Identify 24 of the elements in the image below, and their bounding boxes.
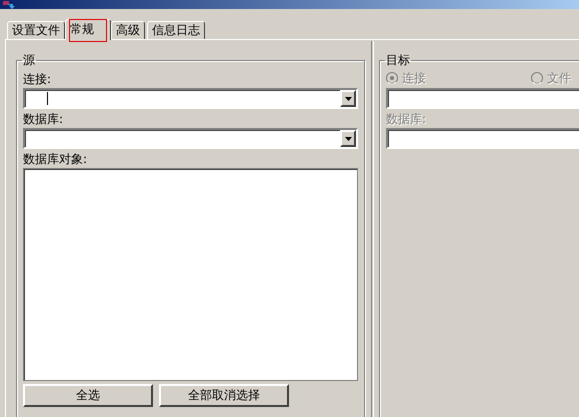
- field-label: 数据库:: [23, 112, 64, 126]
- dropdown-button[interactable]: [340, 90, 356, 107]
- field-label: 数据库:: [386, 112, 428, 126]
- dropdown-button[interactable]: [340, 130, 356, 147]
- field-label: 数据库对象:: [23, 152, 88, 166]
- app-icon: [2, 1, 16, 9]
- radio-label: 文件: [547, 71, 571, 85]
- connection-field[interactable]: [386, 88, 579, 109]
- tab[interactable]: 信息日志: [147, 21, 205, 39]
- radio-label: 连接: [402, 71, 426, 85]
- select-button[interactable]: 全部取消选择: [159, 384, 289, 407]
- group-title: 目标: [385, 53, 411, 67]
- caret-icon: [344, 136, 352, 140]
- tab[interactable]: 常规: [65, 19, 111, 40]
- select-button[interactable]: 全选: [23, 384, 153, 407]
- object-list[interactable]: [23, 168, 358, 381]
- group-title: 源: [22, 53, 36, 67]
- field-label: 连接:: [23, 72, 52, 86]
- tab[interactable]: 高级: [111, 21, 145, 39]
- connection-dropdown[interactable]: [23, 88, 358, 109]
- caret-icon: [344, 96, 352, 100]
- database-field[interactable]: [386, 128, 579, 149]
- database-dropdown[interactable]: [23, 128, 358, 149]
- tab[interactable]: 设置文件: [7, 21, 65, 39]
